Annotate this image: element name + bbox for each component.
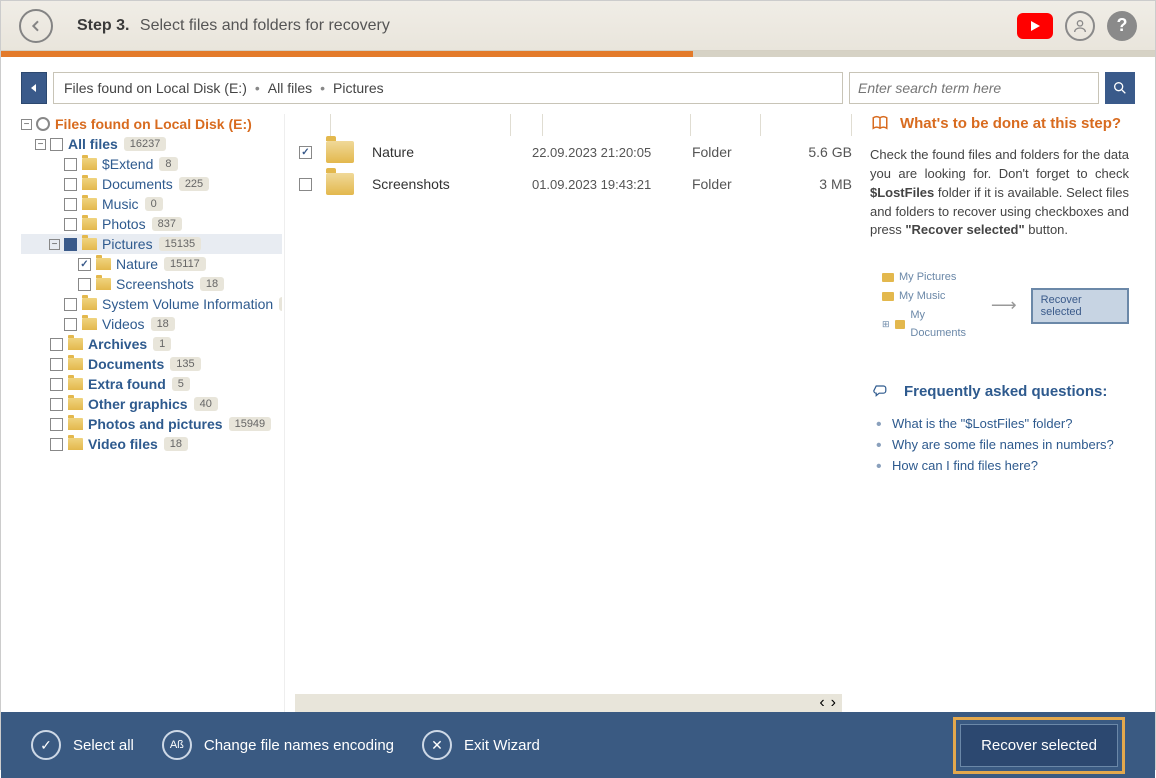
arrow-left-icon <box>28 18 44 34</box>
scroll-left-icon[interactable]: ‹ <box>819 694 824 712</box>
faq-item[interactable]: Why are some file names in numbers? <box>870 434 1129 455</box>
folder-tree[interactable]: −Files found on Local Disk (E:) −All fil… <box>21 114 282 712</box>
encoding-icon: Aß <box>162 730 192 760</box>
select-all-button[interactable]: ✓ Select all <box>31 730 134 760</box>
tree-pictures[interactable]: −Pictures15135 <box>21 234 282 254</box>
sidebar-illustration: My Pictures My Music ⊞My Documents ⟶ Rec… <box>870 258 1129 383</box>
breadcrumb-root[interactable]: Files found on Local Disk (E:) <box>64 80 247 96</box>
tree-extend[interactable]: $Extend8 <box>21 154 282 174</box>
toolbar: Files found on Local Disk (E:) • All fil… <box>21 72 1135 104</box>
file-row-nature[interactable]: Nature 22.09.2023 21:20:05 Folder 5.6 GB <box>285 136 852 168</box>
file-list-header[interactable] <box>285 114 852 136</box>
tree-videofiles[interactable]: Video files18 <box>21 434 282 454</box>
user-icon <box>1072 18 1088 34</box>
tree-nature[interactable]: Nature15117 <box>21 254 282 274</box>
tree-extra[interactable]: Extra found5 <box>21 374 282 394</box>
wizard-header: Step 3. Select files and folders for rec… <box>1 1 1155 51</box>
file-checkbox[interactable] <box>299 178 312 191</box>
tree-photospics[interactable]: Photos and pictures15949 <box>21 414 282 434</box>
back-button[interactable] <box>19 9 53 43</box>
tree-documents2[interactable]: Documents135 <box>21 354 282 374</box>
sidebar-text: Check the found files and folders for th… <box>870 146 1129 240</box>
search-icon <box>1112 80 1128 96</box>
account-icon[interactable] <box>1065 11 1095 41</box>
faq-title: Frequently asked questions: <box>870 383 1129 401</box>
encoding-button[interactable]: Aß Change file names encoding <box>162 730 394 760</box>
tree-documents[interactable]: Documents225 <box>21 174 282 194</box>
step-description: Select files and folders for recovery <box>140 17 390 34</box>
help-sidebar: What's to be done at this step? Check th… <box>852 114 1135 712</box>
recover-highlight: Recover selected <box>953 717 1125 774</box>
mini-recover-button: Recover selected <box>1031 288 1129 324</box>
breadcrumb[interactable]: Files found on Local Disk (E:) • All fil… <box>53 72 843 104</box>
close-icon: ✕ <box>422 730 452 760</box>
youtube-icon[interactable] <box>1017 13 1053 39</box>
tree-music[interactable]: Music0 <box>21 194 282 214</box>
tree-all-files[interactable]: −All files16237 <box>21 134 282 154</box>
folder-icon <box>326 173 354 195</box>
faq-list: What is the "$LostFiles" folder? Why are… <box>870 413 1129 476</box>
faq-icon <box>870 383 892 401</box>
search-input[interactable] <box>849 72 1099 104</box>
tree-svi[interactable]: System Volume Information2 <box>21 294 282 314</box>
file-checkbox[interactable] <box>299 146 312 159</box>
footer: ✓ Select all Aß Change file names encodi… <box>1 712 1155 778</box>
breadcrumb-back-button[interactable] <box>21 72 47 104</box>
faq-item[interactable]: What is the "$LostFiles" folder? <box>870 413 1129 434</box>
disk-icon <box>36 117 50 131</box>
tree-screenshots[interactable]: Screenshots18 <box>21 274 282 294</box>
help-button[interactable]: ? <box>1107 11 1137 41</box>
folder-icon <box>82 158 97 170</box>
search-button[interactable] <box>1105 72 1135 104</box>
file-row-screenshots[interactable]: Screenshots 01.09.2023 19:43:21 Folder 3… <box>285 168 852 200</box>
horizontal-scrollbar[interactable]: ‹ › <box>295 694 842 712</box>
select-all-icon: ✓ <box>31 730 61 760</box>
recover-selected-button[interactable]: Recover selected <box>960 724 1118 767</box>
tree-videos[interactable]: Videos18 <box>21 314 282 334</box>
book-icon <box>870 114 890 132</box>
file-list: Nature 22.09.2023 21:20:05 Folder 5.6 GB… <box>284 114 852 712</box>
tree-root[interactable]: −Files found on Local Disk (E:) <box>21 114 282 134</box>
exit-wizard-button[interactable]: ✕ Exit Wizard <box>422 730 540 760</box>
breadcrumb-allfiles[interactable]: All files <box>268 80 312 96</box>
tree-photos[interactable]: Photos837 <box>21 214 282 234</box>
progress-bar <box>1 51 1155 57</box>
arrow-right-icon: ⟶ <box>991 295 1017 316</box>
sidebar-title: What's to be done at this step? <box>870 114 1129 132</box>
breadcrumb-pictures[interactable]: Pictures <box>333 80 384 96</box>
faq-item[interactable]: How can I find files here? <box>870 455 1129 476</box>
tree-archives[interactable]: Archives1 <box>21 334 282 354</box>
tree-othergfx[interactable]: Other graphics40 <box>21 394 282 414</box>
folder-icon <box>326 141 354 163</box>
triangle-left-icon <box>29 83 39 93</box>
step-number: Step 3. <box>77 17 129 34</box>
scroll-right-icon[interactable]: › <box>831 694 836 712</box>
step-title: Step 3. Select files and folders for rec… <box>77 17 390 35</box>
